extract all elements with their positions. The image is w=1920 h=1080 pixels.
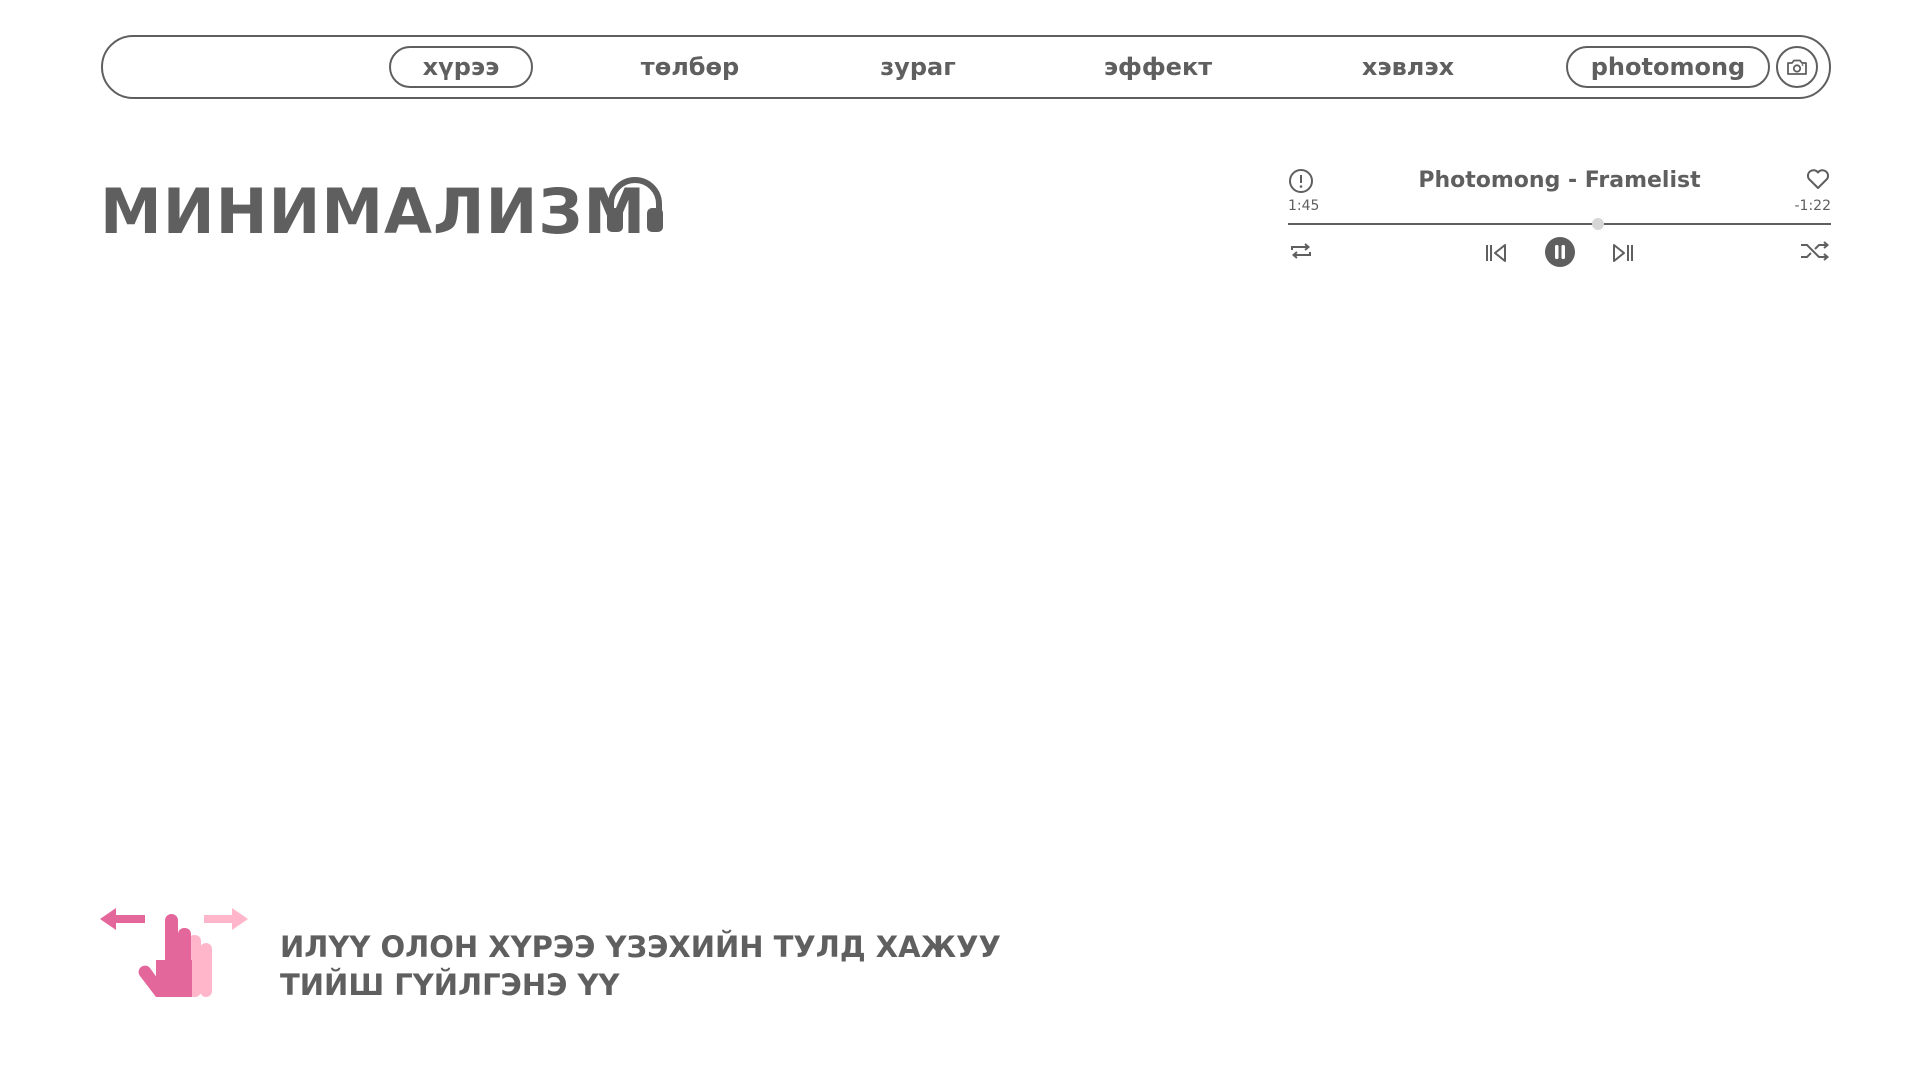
skip-next-icon: [1613, 244, 1633, 262]
page-title: МИНИМАЛИЗМ: [100, 175, 647, 248]
camera-icon: [1787, 59, 1807, 75]
nav-item-photomong[interactable]: photomong: [1566, 46, 1770, 88]
elapsed-time: 1:45: [1288, 198, 1320, 214]
progress-track[interactable]: [1288, 218, 1831, 230]
heart-icon[interactable]: [1805, 166, 1831, 192]
camera-button[interactable]: [1776, 46, 1818, 88]
pause-icon: [1545, 237, 1575, 267]
shuffle-icon: [1801, 241, 1830, 261]
repeat-button[interactable]: [1288, 238, 1314, 264]
swipe-hand-icon: [100, 908, 248, 997]
headphones-icon: [607, 177, 663, 232]
next-button[interactable]: [1610, 240, 1636, 266]
remaining-time: -1:22: [1794, 198, 1832, 214]
music-player: Photomong - Framelist 1:45 -1:22: [1288, 160, 1831, 270]
nav-item-frame[interactable]: хүрээ: [389, 46, 533, 88]
repeat-icon: [1291, 243, 1311, 259]
swipe-hint-line-2: ТИЙШ ГҮЙЛГЭНЭ ҮҮ: [280, 968, 620, 1002]
nav-item-photo[interactable]: зураг: [858, 46, 978, 88]
progress-thumb[interactable]: [1591, 218, 1604, 230]
previous-button[interactable]: [1483, 240, 1509, 266]
nav-item-effect[interactable]: эффект: [1088, 46, 1228, 88]
skip-previous-icon: [1486, 244, 1506, 262]
info-icon[interactable]: [1288, 168, 1314, 194]
swipe-hint-text: ИЛҮҮ ОЛОН ХҮРЭЭ ҮЗЭХИЙН ТУЛД ХАЖУУ ТИЙШ …: [280, 928, 1001, 1004]
pause-button[interactable]: [1544, 236, 1576, 268]
shuffle-button[interactable]: [1799, 238, 1831, 264]
top-nav-bar: хүрээ төлбөр зураг эффект хэвлэх photomo…: [101, 35, 1831, 99]
nav-item-print[interactable]: хэвлэх: [1338, 46, 1478, 88]
swipe-hint-line-1: ИЛҮҮ ОЛОН ХҮРЭЭ ҮЗЭХИЙН ТУЛД ХАЖУУ: [280, 930, 1001, 964]
nav-item-payment[interactable]: төлбөр: [623, 46, 757, 88]
track-title: Photomong - Framelist: [1418, 168, 1701, 193]
